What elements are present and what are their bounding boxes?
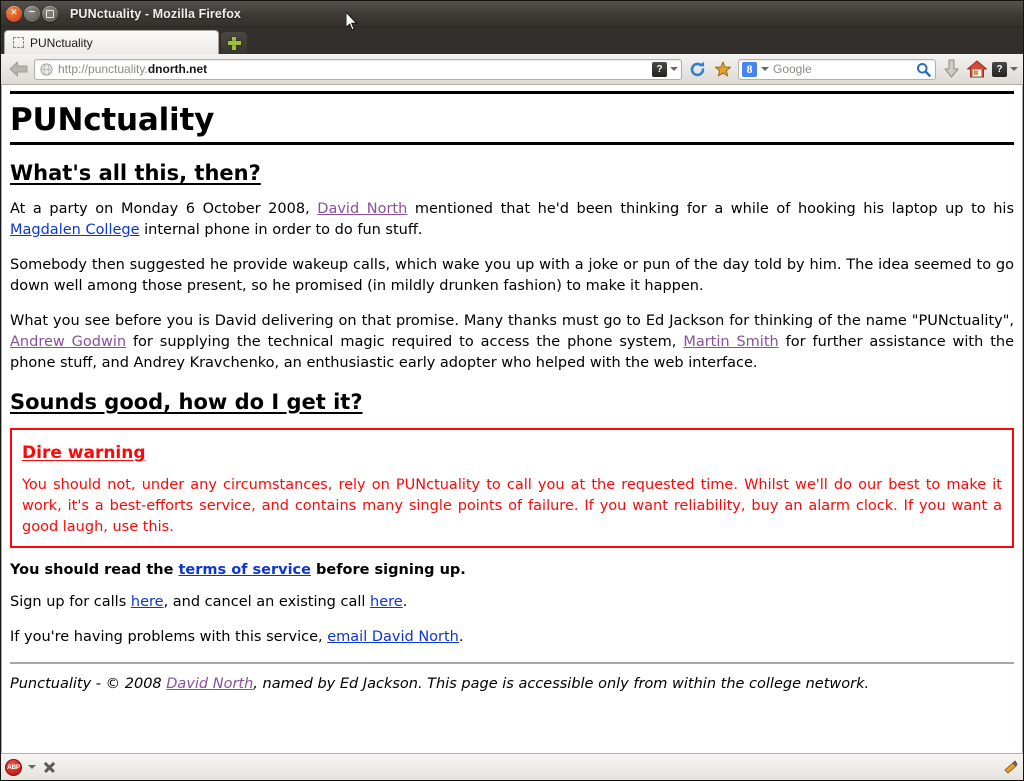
plus-icon — [227, 36, 241, 50]
search-engine-chevron-icon[interactable] — [761, 67, 769, 71]
thanks-text-1: What you see before you is David deliver… — [10, 313, 1014, 329]
maximize-window-button[interactable] — [42, 5, 58, 22]
warning-heading: Dire warning — [22, 443, 146, 463]
paragraph-wakeup: Somebody then suggested he provide wakeu… — [10, 257, 1014, 294]
page-viewport: PUNctuality What's all this, then? At a … — [1, 85, 1023, 753]
window-title: PUNctuality - Mozilla Firefox — [70, 6, 241, 21]
tos-text-1: You should read the — [10, 562, 179, 578]
page-title: PUNctuality — [10, 102, 215, 138]
signup-text-3: . — [402, 594, 408, 610]
dire-warning-box: Dire warning You should not, under any c… — [10, 428, 1014, 548]
url-bar-actions: ? — [652, 61, 678, 77]
overflow-chevron-down-icon[interactable] — [1010, 67, 1018, 71]
link-terms-of-service[interactable]: terms of service — [178, 562, 311, 578]
problems-line: If you're having problems with this serv… — [10, 627, 1014, 648]
paragraph-intro: At a party on Monday 6 October 2008, Dav… — [10, 199, 1014, 241]
search-bar[interactable]: 8 Google — [738, 58, 936, 80]
url-domain: dnorth.net — [147, 62, 208, 76]
unknown-plugin-icon[interactable]: ? — [652, 61, 667, 77]
download-arrow-icon — [944, 59, 958, 78]
page-content: PUNctuality What's all this, then? At a … — [2, 91, 1022, 753]
signup-text-2: , and cancel an existing call — [163, 594, 371, 610]
url-bar[interactable]: http://punctuality.dnorth.net ? — [34, 58, 682, 80]
search-input[interactable]: Google — [773, 62, 912, 76]
problems-text-2: . — [458, 629, 464, 645]
terms-of-service-line: You should read the terms of service bef… — [10, 562, 1014, 578]
adblock-chevron-down-icon[interactable] — [28, 765, 36, 769]
home-icon — [967, 60, 987, 78]
bookmark-star-button[interactable] — [712, 58, 734, 80]
search-icon[interactable] — [916, 62, 931, 77]
stop-icon[interactable] — [42, 760, 56, 774]
maximize-icon — [46, 9, 54, 18]
link-footer-david-north[interactable]: David North — [166, 676, 253, 692]
chevron-down-icon[interactable] — [670, 67, 678, 71]
window-controls: × − — [1, 5, 58, 22]
signup-line: Sign up for calls here, and cancel an ex… — [10, 592, 1014, 613]
link-martin-smith[interactable]: Martin Smith — [683, 334, 778, 350]
new-tab-button[interactable] — [221, 32, 247, 54]
minimize-icon: − — [28, 7, 36, 18]
tab-label: PUNctuality — [30, 35, 93, 50]
reload-icon — [690, 61, 704, 76]
paragraph-thanks: What you see before you is David deliver… — [10, 311, 1014, 374]
downloads-button[interactable] — [940, 58, 962, 80]
tab-punctuality[interactable]: PUNctuality — [4, 30, 219, 54]
back-button[interactable] — [6, 58, 30, 80]
thanks-text-2: for supplying the technical magic requir… — [126, 334, 684, 350]
footer-rule — [10, 662, 1014, 664]
toolbar-overflow: ? — [992, 61, 1018, 77]
section-heading-what: What's all this, then? — [10, 161, 261, 185]
link-signup-here[interactable]: here — [131, 594, 164, 610]
intro-text-3: internal phone in order to do fun stuff. — [139, 222, 423, 238]
footer-text-1: Punctuality - © 2008 — [10, 676, 167, 692]
link-email-david-north[interactable]: email David North — [327, 629, 459, 645]
close-icon: × — [10, 7, 18, 18]
signup-text-1: Sign up for calls — [10, 594, 131, 610]
close-window-button[interactable]: × — [6, 5, 22, 22]
link-david-north[interactable]: David North — [317, 201, 407, 217]
globe-icon — [40, 62, 53, 76]
back-arrow-icon — [9, 61, 27, 77]
problems-text-1: If you're having problems with this serv… — [10, 629, 328, 645]
url-text: http://punctuality.dnorth.net — [58, 62, 652, 76]
link-andrew-godwin[interactable]: Andrew Godwin — [10, 334, 126, 350]
status-bar: ABP — [1, 753, 1023, 780]
blank-favicon-icon — [13, 37, 24, 48]
minimize-window-button[interactable]: − — [24, 5, 40, 22]
tab-bar: PUNctuality — [1, 27, 1023, 54]
navigation-toolbar: http://punctuality.dnorth.net ? 8 Google — [1, 54, 1023, 85]
url-prefix: http://punctuality. — [58, 62, 148, 76]
title-rule — [10, 142, 1014, 145]
tos-text-2: before signing up. — [310, 562, 466, 578]
warning-text: You should not, under any circumstances,… — [22, 477, 1002, 535]
adblock-plus-icon[interactable]: ABP — [5, 758, 22, 776]
title-bar: × − PUNctuality - Mozilla Firefox — [1, 1, 1023, 31]
intro-text-2: mentioned that he'd been thinking for a … — [407, 201, 1015, 217]
google-icon[interactable]: 8 — [742, 61, 757, 77]
browser-window: × − PUNctuality - Mozilla Firefox PUNctu… — [0, 0, 1024, 781]
top-rule — [10, 91, 1014, 94]
section-heading-howto: Sounds good, how do I get it? — [10, 390, 363, 414]
footer-text-2: , named by Ed Jackson. This page is acce… — [253, 676, 870, 692]
page-footer: Punctuality - © 2008 David North, named … — [10, 676, 1014, 692]
reload-button[interactable] — [686, 58, 708, 80]
link-magdalen-college[interactable]: Magdalen College — [10, 222, 140, 238]
overflow-plugin-icon[interactable]: ? — [992, 61, 1007, 77]
home-button[interactable] — [966, 58, 988, 80]
intro-text-1: At a party on Monday 6 October 2008, — [10, 201, 318, 217]
bookmark-star-icon — [715, 61, 731, 77]
link-cancel-here[interactable]: here — [370, 594, 403, 610]
resize-grip-icon[interactable] — [1001, 759, 1019, 775]
